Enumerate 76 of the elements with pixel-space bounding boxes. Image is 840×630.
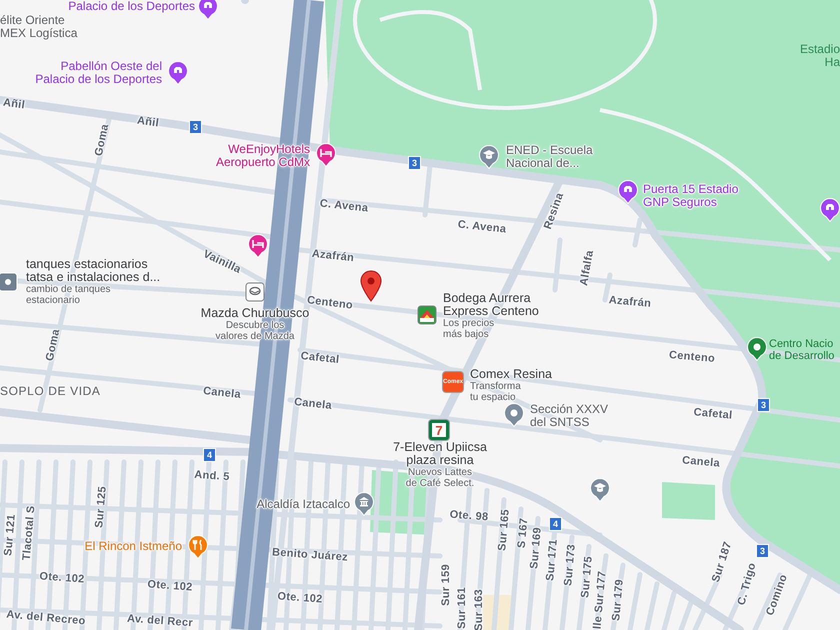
street-label: Ote. 102 — [39, 570, 85, 586]
logo-icon[interactable]: 7 — [429, 420, 449, 440]
street-label: Tlacotal S — [20, 505, 38, 561]
route-shield: 3 — [408, 156, 421, 170]
street-label: Sur 173 — [562, 544, 578, 586]
building-pin-icon[interactable] — [198, 0, 218, 20]
house-logo-icon[interactable] — [417, 305, 437, 325]
graduation-cap-pin-icon[interactable] — [590, 478, 610, 502]
bed-pin-icon[interactable] — [248, 234, 268, 258]
place-description: Los precios más bajos — [443, 318, 496, 340]
dot-pin-icon[interactable] — [747, 337, 767, 361]
street-label: Añil — [2, 96, 26, 112]
street-label: Sur 169 — [528, 526, 544, 570]
street-label: Azafrán — [311, 248, 355, 264]
place-label[interactable]: Centro Nacio de Desarrollo — [769, 338, 834, 362]
street-label: Goma — [44, 328, 62, 362]
place-label[interactable]: Pabellón Oeste del Palacio de los Deportes — [35, 60, 162, 86]
place-label[interactable]: SOPLO DE VIDA — [0, 385, 100, 398]
route-shield: 3 — [189, 120, 202, 134]
place-label[interactable]: Palacio de los Deportes — [68, 0, 195, 13]
place-label[interactable]: Bodega Aurrera Express Centeno — [443, 292, 539, 318]
place-description: cambio de tanques estacionario — [26, 284, 112, 306]
dot-pin-icon[interactable] — [504, 403, 524, 427]
street-label: Centeno — [668, 349, 716, 365]
place-description: Transforma tu espacio — [470, 381, 522, 403]
street-label: Sur 161 — [456, 587, 468, 629]
street-label: C. Trigo — [736, 562, 758, 606]
building-pin-icon[interactable] — [168, 61, 188, 85]
street-label: Sur 165 — [496, 508, 512, 552]
place-description: Nuevos Lattes de Café Select. — [406, 467, 474, 489]
street-label: Alfalfa — [578, 249, 596, 287]
street-label: C. Avena — [319, 198, 369, 214]
street-label: Sur 187 — [710, 540, 734, 584]
street-label: Canela — [294, 396, 332, 412]
street-label: Av. del Recr — [126, 612, 194, 630]
columns-pin-icon[interactable] — [354, 492, 374, 516]
place-label[interactable]: ENED - Escuela Nacional de... — [506, 144, 593, 170]
street-label: Ote. 98 — [449, 508, 489, 524]
street-label: Ote. 102 — [277, 590, 323, 606]
route-shield: 4 — [549, 517, 562, 531]
street-label: Azafrán — [608, 294, 652, 310]
place-label[interactable]: élite Oriente MEX Logística — [0, 14, 78, 40]
street-label: Canela — [682, 454, 720, 470]
route-shield: 3 — [756, 544, 769, 558]
fork-knife-pin-icon[interactable] — [188, 535, 208, 559]
street-label: And. 5 — [194, 468, 230, 484]
bed-pin-icon[interactable] — [316, 143, 336, 167]
street-label: Sur 121 — [2, 514, 18, 556]
street-label: Ote. 102 — [147, 578, 193, 594]
place-label[interactable]: Sección XXXV del SNTSS — [530, 403, 608, 429]
place-label[interactable]: Comex Resina — [470, 368, 552, 381]
square-marker-icon[interactable] — [0, 272, 18, 292]
street-label: Cafetal — [693, 406, 733, 422]
street-label: Sur 125 — [93, 486, 109, 528]
street-label: S 167 — [516, 517, 530, 549]
street-label: Sur 171 — [544, 538, 560, 582]
building-pin-icon[interactable] — [618, 180, 638, 204]
street-label: Benito Juárez — [272, 546, 348, 564]
logo-icon[interactable] — [245, 282, 265, 302]
street-label: Cafetal — [300, 350, 340, 366]
graduation-cap-pin-icon[interactable] — [479, 145, 499, 169]
map-pin-icon — [360, 270, 382, 302]
route-shield: 4 — [203, 448, 216, 462]
street-label: Añil — [136, 114, 160, 130]
place-label[interactable]: 7-Eleven Upiicsa plaza resina — [393, 441, 487, 467]
place-label[interactable]: tanques estacionarios tatsa e instalaciones d... — [26, 258, 160, 284]
street-label: Av. del Recreo — [6, 608, 86, 628]
street-label: Goma — [92, 122, 112, 158]
street-label: Canela — [202, 385, 242, 401]
street-label: C. Avena — [457, 218, 507, 236]
building-pin-icon[interactable] — [820, 198, 840, 222]
street-label: Sur 179 — [610, 578, 626, 622]
street-label: Sur 159 — [440, 564, 452, 606]
route-shield: 3 — [757, 398, 770, 412]
place-label[interactable]: Estadio Ha — [800, 43, 840, 69]
place-label[interactable]: Puerta 15 Estadio GNP Seguros — [643, 183, 738, 209]
